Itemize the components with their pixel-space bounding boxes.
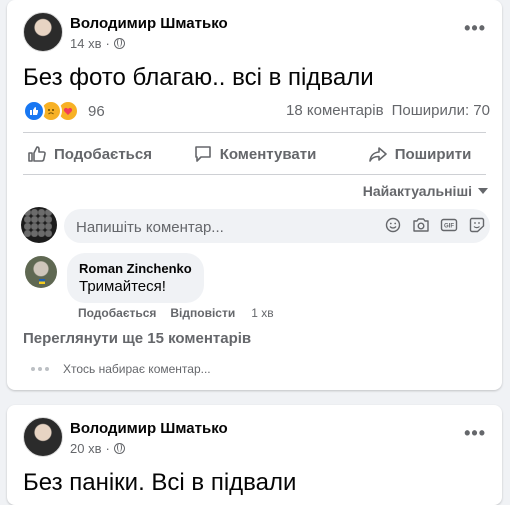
sort-label: Найактуальніші <box>362 183 472 199</box>
comment-composer[interactable]: GIF <box>64 209 490 245</box>
caret-down-icon <box>478 188 488 194</box>
commenter-name[interactable]: Roman Zinchenko <box>79 261 192 276</box>
post-stats: 18 коментарів Поширили: 70 <box>286 102 490 119</box>
view-more-comments-link[interactable]: Переглянути ще 15 коментарів <box>23 330 251 347</box>
divider <box>23 174 486 175</box>
comment-label: Коментувати <box>219 145 317 163</box>
typing-indicator: Хтось набирає коментар... <box>31 362 211 376</box>
sticker-icon[interactable] <box>468 216 486 234</box>
comment-time[interactable]: 1 хв <box>251 306 273 320</box>
post-timestamp[interactable]: 14 хв · <box>70 36 125 51</box>
share-label: Поширити <box>394 145 472 163</box>
comment-reply-link[interactable]: Відповісти <box>170 306 235 320</box>
post-card: Володимир Шматько 20 хв · ••• Без паніки… <box>7 405 502 505</box>
post-text: Без фото благаю.. всі в підвали <box>23 64 374 91</box>
thumbs-up-icon <box>28 146 46 162</box>
comment-icon <box>194 146 211 162</box>
globe-icon <box>113 38 125 49</box>
author-avatar[interactable] <box>23 12 63 52</box>
composer-tools: GIF <box>384 216 486 234</box>
post-timestamp[interactable]: 20 хв · <box>70 441 125 456</box>
like-button[interactable]: Подобається <box>7 138 172 170</box>
share-arrow-icon <box>368 147 387 162</box>
globe-icon <box>113 443 125 454</box>
comment-text: Тримайтеся! <box>79 278 166 295</box>
comment-input[interactable] <box>74 209 368 245</box>
commenter-avatar[interactable] <box>25 256 57 288</box>
comment-actions: Подобається Відповісти 1 хв <box>78 306 274 320</box>
post-actions: Подобається Коментувати Поширити <box>7 138 502 170</box>
like-label: Подобається <box>54 145 152 163</box>
svg-text:GIF: GIF <box>444 224 454 230</box>
post-text: Без паніки. Всі в підвали <box>23 469 297 496</box>
author-avatar[interactable] <box>23 417 63 457</box>
shares-count[interactable]: Поширили: 70 <box>392 102 490 119</box>
camera-icon[interactable] <box>412 216 430 234</box>
like-reaction-icon <box>23 100 45 122</box>
typing-dots-icon <box>31 367 49 371</box>
author-name[interactable]: Володимир Шматько <box>70 15 228 32</box>
comment-bubble: Roman Zinchenko Тримайтеся! <box>67 253 204 303</box>
more-options-icon[interactable]: ••• <box>464 423 486 444</box>
reactions-summary[interactable]: 96 <box>23 100 105 122</box>
current-user-avatar[interactable] <box>21 207 57 243</box>
gif-icon[interactable]: GIF <box>440 216 458 234</box>
more-options-icon[interactable]: ••• <box>464 18 486 39</box>
comment-button[interactable]: Коментувати <box>172 138 337 170</box>
author-name[interactable]: Володимир Шматько <box>70 420 228 437</box>
share-button[interactable]: Поширити <box>337 138 502 170</box>
post-card: Володимир Шматько 14 хв · ••• Без фото б… <box>7 0 502 390</box>
comments-count[interactable]: 18 коментарів <box>286 102 384 119</box>
typing-text: Хтось набирає коментар... <box>63 362 211 376</box>
comment-like-link[interactable]: Подобається <box>78 306 156 320</box>
post-time[interactable]: 20 хв <box>70 441 101 456</box>
divider <box>23 132 486 133</box>
post-time[interactable]: 14 хв <box>70 36 101 51</box>
reaction-count: 96 <box>88 102 105 120</box>
emoji-icon[interactable] <box>384 216 402 234</box>
comment-sort-dropdown[interactable]: Найактуальніші <box>363 183 488 199</box>
